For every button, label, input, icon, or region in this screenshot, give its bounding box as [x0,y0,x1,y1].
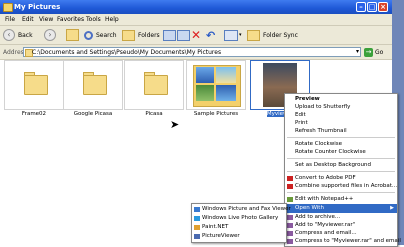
copy-to-button[interactable] [177,28,190,42]
menu-item-combine-acrobat[interactable]: Combine supported files in Acrobat... [285,182,397,191]
folders-button[interactable]: Folders [122,28,160,42]
submenu-item-picture-fax-viewer[interactable]: Windows Picture and Fax Viewer [192,205,291,214]
thumbnail-image [216,67,236,83]
folder-icon [144,75,168,95]
menu-separator [287,192,395,193]
folder-item[interactable]: Sample Pictures [186,60,246,120]
folder-sync-icon [247,29,260,41]
undo-button[interactable]: ↶ [206,28,215,42]
go-button[interactable]: → Go [364,47,388,57]
photo-gallery-icon [194,216,200,221]
menu-help[interactable]: Help [105,16,119,23]
submenu-item-photo-gallery[interactable]: Windows Live Photo Gallery [192,214,286,223]
menu-item-rotate-counter[interactable]: Rotate Counter Clockwise [285,148,397,157]
up-folder-icon [66,29,79,41]
thumbnail-image [196,85,214,101]
address-bar: Address C:\Documents and Settings\Pseudo… [0,45,392,60]
folder-item[interactable]: Google Picasa [63,60,123,120]
folders-icon [122,29,135,41]
thumbnail-image [216,85,236,101]
close-button[interactable]: × [378,2,388,12]
title-bar[interactable]: My Pictures – □ × [0,0,392,14]
menu-separator [287,137,395,138]
move-to-icon [163,29,176,41]
winrar-icon [287,239,293,244]
forward-arrow-icon: › [44,29,56,41]
forward-button[interactable]: › [44,28,56,42]
menu-separator [287,171,395,172]
views-dropdown-icon: ▾ [239,32,242,38]
submenu-item-pictureviewer[interactable]: PictureViewer [192,232,286,241]
views-icon [224,29,238,41]
menu-tools[interactable]: Tools [86,16,101,23]
folder-icon [24,75,48,95]
up-folder-button[interactable] [66,28,79,42]
acrobat-icon [287,184,293,189]
menu-item-open-with[interactable]: Open With ▶ [285,204,397,213]
window-title: My Pictures [14,3,61,11]
menu-file[interactable]: File [5,16,15,23]
folder-item[interactable]: Picasa [124,60,184,120]
address-input[interactable]: C:\Documents and Settings\Pseudo\My Docu… [23,47,361,57]
pictureviewer-icon [194,234,200,239]
folder-item[interactable]: Frame02 [4,60,64,120]
winrar-icon [287,231,293,236]
folder-icon [83,75,107,95]
paint-net-icon [194,225,200,230]
submenu-arrow-icon: ▶ [390,205,394,211]
toolbar: ‹ Back › Search Folders ✕ ↶ ▾ Folder Syn… [0,26,392,45]
pdf-icon [287,176,293,181]
copy-to-icon [177,29,190,41]
menu-bar: File Edit View Favorites Tools Help [0,14,392,26]
search-button[interactable]: Search [84,28,117,42]
menu-view[interactable]: View [39,16,53,23]
picture-viewer-icon [194,207,200,212]
thumbnail-image [196,67,214,83]
undo-icon: ↶ [206,28,216,42]
back-arrow-icon: ‹ [3,29,15,41]
folder-icon [3,3,13,12]
move-to-button[interactable] [163,28,176,42]
submenu-item-paint-net[interactable]: Paint.NET [192,223,286,232]
delete-x-icon: ✕ [191,28,202,42]
menu-favorites[interactable]: Favorites [57,16,84,23]
menu-separator [287,158,395,159]
maximize-button[interactable]: □ [367,2,377,12]
item-label: Google Picasa [73,111,113,117]
minimize-button[interactable]: – [356,2,366,12]
delete-button[interactable]: ✕ [191,28,201,42]
address-text: C:\Documents and Settings\Pseudo\My Docu… [32,49,222,56]
winrar-icon [287,215,293,220]
notepad-icon [287,197,293,202]
menu-item-notepad[interactable]: Edit with Notepad++ [285,195,397,204]
menu-edit[interactable]: Edit [22,16,34,23]
item-label: Sample Pictures [193,111,239,117]
views-button[interactable]: ▾ [224,28,242,42]
menu-item-refresh-thumbnail[interactable]: Refresh Thumbnail [285,127,397,136]
menu-item-set-desktop-background[interactable]: Set as Desktop Background [285,161,397,170]
winrar-icon [287,223,293,228]
search-icon [84,30,93,40]
address-dropdown-icon[interactable]: ▾ [356,48,359,55]
context-menu: Preview Upload to Shutterfly Edit Print … [284,93,401,247]
open-with-submenu: Windows Picture and Fax Viewer Windows L… [191,203,291,243]
item-label: Picasa [145,111,163,117]
item-label: Frame02 [21,111,47,117]
folder-sync-button[interactable]: Folder Sync [247,28,298,42]
back-button[interactable]: ‹ Back [3,28,33,42]
go-arrow-icon: → [364,47,373,57]
mouse-cursor: ➤ [170,118,180,131]
